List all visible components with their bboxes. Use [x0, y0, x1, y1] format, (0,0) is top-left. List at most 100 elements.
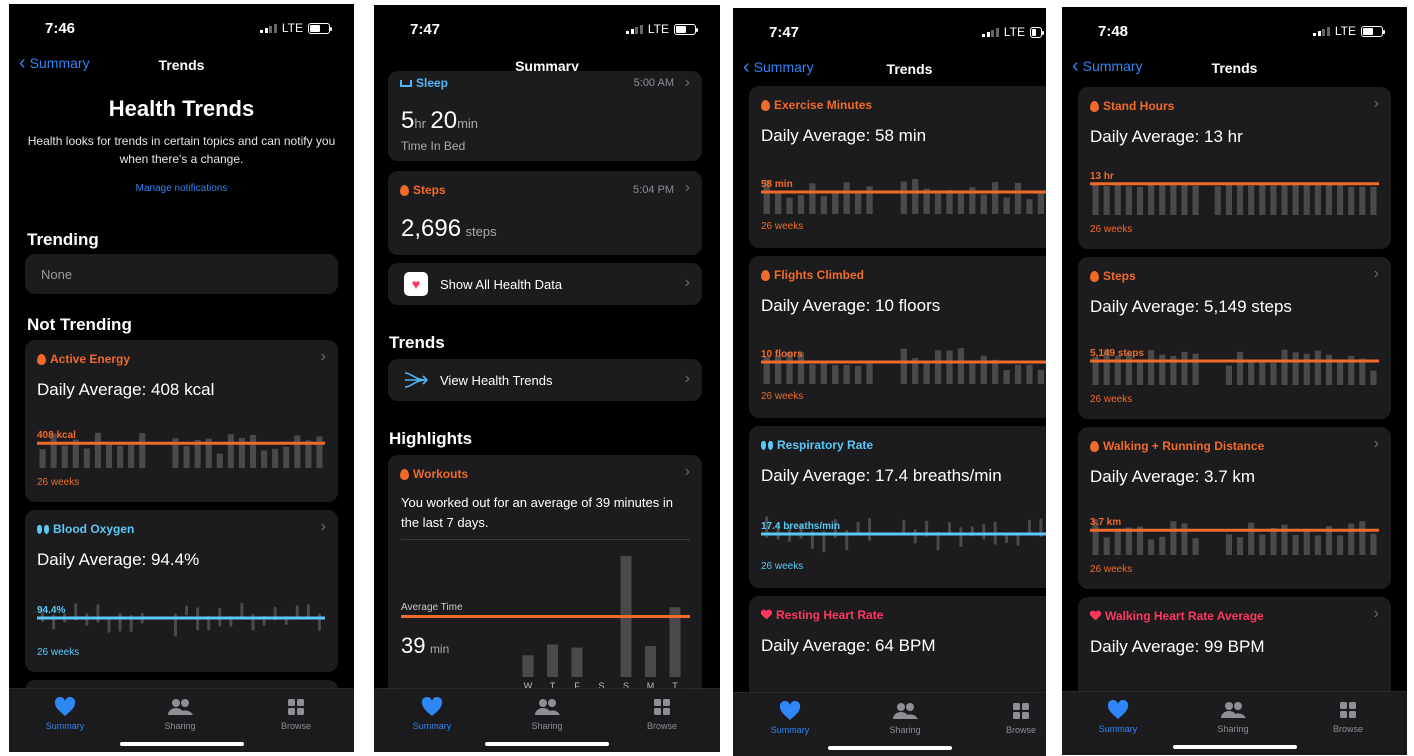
trend-bar [139, 433, 146, 468]
trend-range [868, 517, 872, 541]
chevron-right-icon: › [684, 179, 690, 196]
tab-browse[interactable]: Browse [981, 699, 1046, 735]
sleep-value: 5hr 20min [401, 107, 479, 134]
trend-card-stand-hours[interactable]: Stand Hours › Daily Average: 13 hr 13 hr… [1078, 87, 1391, 249]
period-label: 26 weeks [1090, 564, 1133, 575]
trend-bar [83, 448, 90, 468]
period-label: 26 weeks [761, 561, 804, 572]
trend-bar [1281, 349, 1288, 385]
battery-icon [308, 22, 332, 34]
trend-card-exercise-minutes[interactable]: Exercise Minutes Daily Average: 58 min 5… [749, 86, 1046, 248]
daily-average: Daily Average: 58 min [761, 126, 927, 145]
screen-health-trends: 7:46 LTE ‹ Summary Trends Health Trends H… [9, 4, 354, 752]
trend-bar [900, 348, 907, 384]
heart-icon [779, 701, 801, 720]
status-bar: 7:46 LTE [9, 4, 354, 50]
workout-bar [571, 647, 583, 677]
tab-summary[interactable]: Summary [750, 699, 830, 735]
trend-bar [1259, 534, 1266, 555]
tab-summary[interactable]: Summary [25, 695, 105, 731]
tab-sharing[interactable]: Sharing [1193, 698, 1273, 734]
trend-chart: 17.4 breaths/min [761, 516, 1046, 553]
trend-bar [854, 192, 862, 214]
chevron-right-icon: › [1373, 265, 1379, 282]
status-bar: 7:47 LTE [374, 5, 720, 51]
tab-summary[interactable]: Summary [392, 695, 472, 731]
tab-summary[interactable]: Summary [1078, 698, 1158, 734]
show-all-health-data-row[interactable]: ♥ Show All Health Data › [388, 263, 702, 305]
nav-bar: ‹ Summary Trends [1062, 53, 1407, 83]
steps-card[interactable]: Steps 5:04 PM › 2,696 steps [388, 171, 702, 255]
tab-sharing[interactable]: Sharing [140, 695, 220, 731]
tab-bar: Summary Sharing Browse [374, 688, 720, 752]
tab-browse[interactable]: Browse [622, 695, 702, 731]
trend-chart: 3.7 km [1090, 517, 1379, 555]
trending-value: None [41, 267, 73, 282]
period-label: 26 weeks [761, 391, 804, 402]
workout-bar [522, 655, 534, 677]
trend-bar [854, 365, 862, 384]
flame-icon [400, 468, 409, 480]
trend-bar [774, 193, 782, 214]
trend-card-active-energy[interactable]: Active Energy › Daily Average: 408 kcal … [25, 340, 338, 502]
trend-bar [1314, 350, 1321, 385]
trend-bar [1292, 534, 1299, 555]
row-label: Show All Health Data [440, 277, 563, 292]
tab-browse[interactable]: Browse [1308, 698, 1388, 734]
trend-bar [969, 360, 976, 384]
trend-range [1005, 535, 1009, 544]
trend-bar [1026, 364, 1033, 384]
card-title: Workouts [413, 467, 469, 481]
flame-icon [1090, 100, 1099, 112]
trend-bar [216, 453, 223, 468]
trend-bar [61, 445, 68, 468]
period-label: 26 weeks [1090, 394, 1133, 405]
screen-trends-activity: 7:47 LTE ‹ Summary Trends Exercise Minute… [733, 8, 1046, 756]
chevron-right-icon: › [684, 274, 690, 291]
sleep-card[interactable]: Sleep 5:00 AM › 5hr 20min Time In Bed [388, 71, 702, 161]
chevron-right-icon: › [684, 74, 690, 91]
workout-bar [645, 646, 656, 677]
clock: 7:48 [1098, 23, 1129, 40]
trend-bar [1337, 359, 1344, 385]
network-label: LTE [281, 21, 303, 35]
tab-sharing[interactable]: Sharing [865, 699, 945, 735]
card-time: 5:04 PM [633, 184, 674, 196]
workouts-highlight-card[interactable]: Workouts › You worked out for an average… [388, 455, 702, 695]
trend-bar [946, 350, 953, 384]
card-title: Walking Heart Rate Average [1105, 609, 1264, 623]
view-health-trends-row[interactable]: View Health Trends › [388, 359, 702, 401]
trend-bar [183, 446, 190, 468]
trend-bar [1237, 351, 1244, 385]
trend-card-blood-oxygen[interactable]: Blood Oxygen › Daily Average: 94.4% 94.4… [25, 510, 338, 672]
trend-bar [1003, 197, 1010, 214]
trend-bar [1214, 186, 1221, 215]
manage-notifications-link[interactable]: Manage notifications [9, 183, 354, 194]
heart-icon [54, 697, 76, 716]
trend-bar [1170, 182, 1177, 215]
flame-icon [400, 184, 409, 196]
trend-card-walking-running-distance[interactable]: Walking + Running Distance › Daily Avera… [1078, 427, 1391, 589]
trend-card-steps[interactable]: Steps › Daily Average: 5,149 steps 5,149… [1078, 257, 1391, 419]
trend-bar [227, 434, 234, 468]
trend-bar [1325, 184, 1333, 215]
heart-icon [761, 610, 772, 620]
trend-bar [1348, 186, 1355, 215]
heart-icon [1107, 700, 1129, 719]
heart-icon [1090, 611, 1101, 621]
signal-icon [626, 24, 643, 34]
trend-card-respiratory-rate[interactable]: Respiratory Rate Daily Average: 17.4 bre… [749, 426, 1046, 588]
trend-card-flights-climbed[interactable]: Flights Climbed Daily Average: 10 floors… [749, 256, 1046, 418]
trend-bar [843, 182, 850, 214]
card-title: Flights Climbed [774, 268, 864, 282]
card-title: Walking + Running Distance [1103, 439, 1265, 453]
people-icon [893, 703, 918, 719]
tab-browse[interactable]: Browse [256, 695, 336, 731]
tab-sharing[interactable]: Sharing [507, 695, 587, 731]
average-line-label: 10 floors [761, 349, 803, 360]
signal-icon [982, 27, 999, 37]
period-label: 26 weeks [761, 221, 804, 232]
nav-title: Trends [158, 57, 205, 73]
people-icon [168, 699, 193, 715]
daily-average: Daily Average: 13 hr [1090, 127, 1243, 146]
